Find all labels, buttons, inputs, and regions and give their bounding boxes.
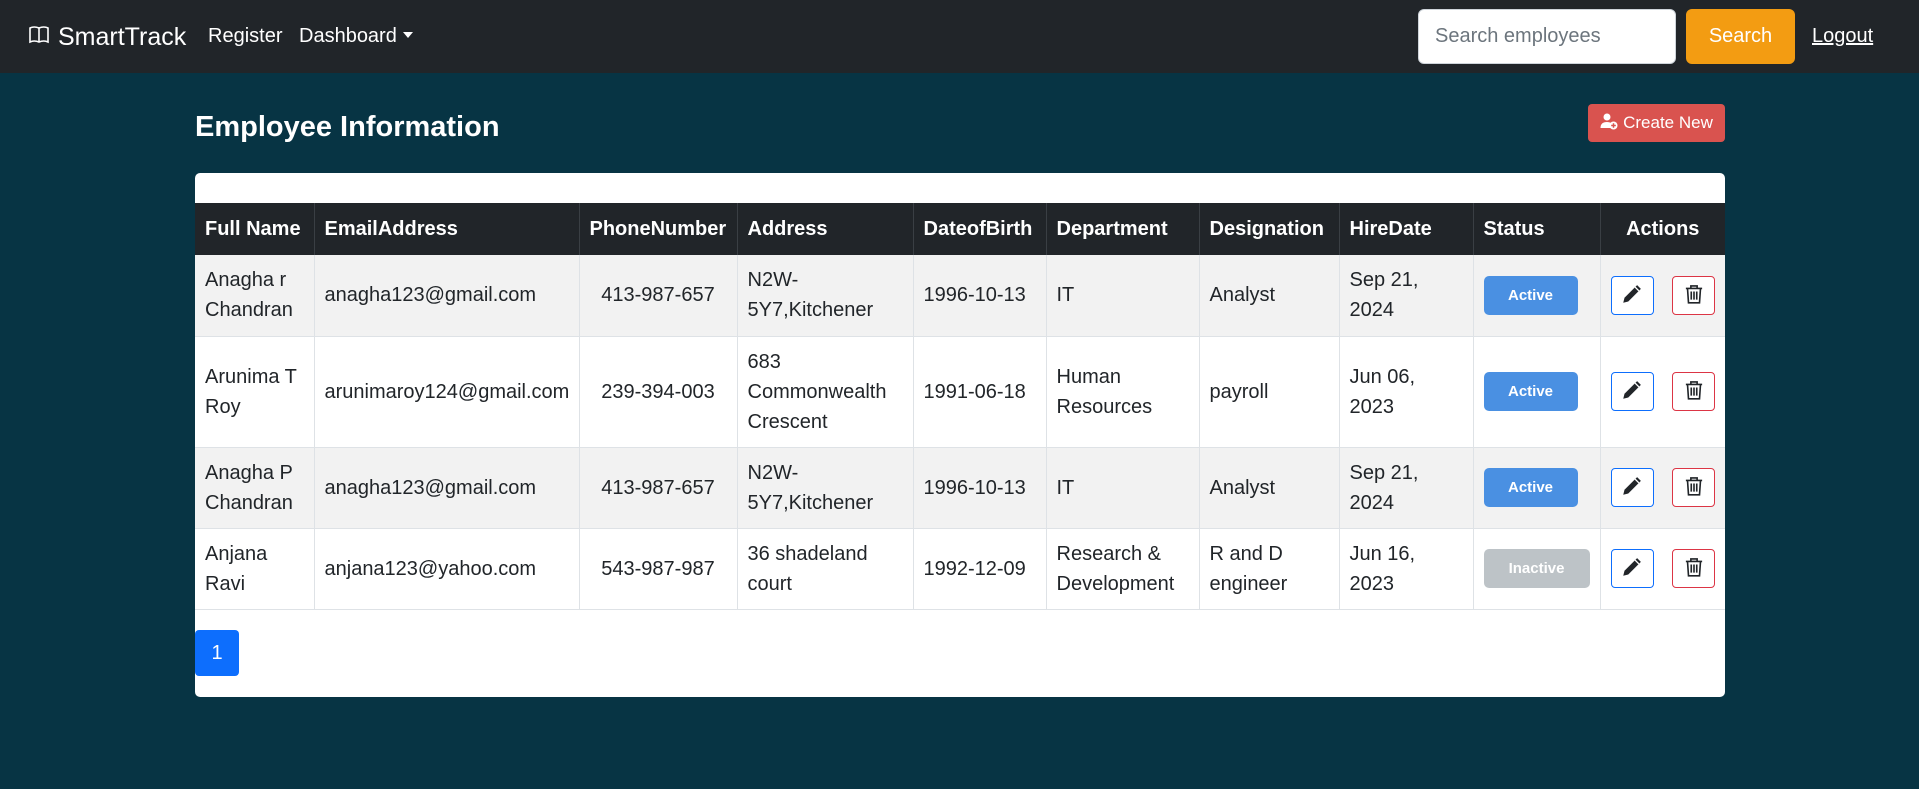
- cell-email: arunimaroy124@gmail.com: [314, 336, 580, 448]
- table-row: Arunima T Roy arunimaroy124@gmail.com 23…: [195, 336, 1725, 448]
- edit-button[interactable]: [1610, 549, 1654, 588]
- header-email: EmailAddress: [314, 203, 580, 255]
- cell-email: anjana123@yahoo.com: [314, 528, 580, 610]
- cell-dob: 1992-12-09: [913, 528, 1047, 610]
- cell-actions: [1600, 336, 1725, 448]
- cell-address: N2W-5Y7,Kitchener: [737, 255, 914, 337]
- pagination-page-button[interactable]: 1: [195, 630, 239, 676]
- trash-icon: [1684, 476, 1704, 499]
- nav-dashboard-dropdown[interactable]: Dashboard: [299, 25, 413, 48]
- cell-full-name: Arunima T Roy: [195, 336, 315, 448]
- cell-hire-date: Jun 06, 2023: [1339, 336, 1474, 448]
- pencil-icon: [1622, 557, 1642, 580]
- header-full-name: Full Name: [195, 203, 315, 255]
- cell-dob: 1996-10-13: [913, 255, 1047, 337]
- delete-button[interactable]: [1672, 549, 1715, 588]
- cell-phone: 239-394-003: [579, 336, 738, 448]
- cell-department: IT: [1046, 255, 1200, 337]
- create-new-button[interactable]: Create New: [1588, 104, 1725, 142]
- cell-address: 683 Commonwealth Crescent: [737, 336, 914, 448]
- cell-actions: [1600, 255, 1725, 337]
- header-designation: Designation: [1199, 203, 1340, 255]
- cell-address: 36 shadeland court: [737, 528, 914, 610]
- book-icon: [28, 23, 50, 52]
- employee-card: Full Name EmailAddress PhoneNumber Addre…: [195, 173, 1725, 697]
- table-row: Anagha r Chandran anagha123@gmail.com 41…: [195, 255, 1725, 337]
- cell-dob: 1991-06-18: [913, 336, 1047, 448]
- cell-department: Human Resources: [1046, 336, 1200, 448]
- cell-actions: [1600, 447, 1725, 529]
- edit-button[interactable]: [1610, 372, 1654, 411]
- cell-designation: Analyst: [1199, 447, 1340, 529]
- cell-status: Inactive: [1473, 528, 1601, 610]
- delete-button[interactable]: [1672, 275, 1715, 315]
- cell-full-name: Anjana Ravi: [195, 528, 315, 610]
- cell-address: N2W-5Y7,Kitchener: [737, 447, 914, 529]
- employee-table: Full Name EmailAddress PhoneNumber Addre…: [195, 203, 1725, 610]
- cell-hire-date: Sep 21, 2024: [1339, 255, 1474, 337]
- table-row: Anjana Ravi anjana123@yahoo.com 543-987-…: [195, 528, 1725, 610]
- status-badge: Active: [1483, 275, 1578, 315]
- cell-status: Active: [1473, 336, 1601, 448]
- cell-hire-date: Jun 16, 2023: [1339, 528, 1474, 610]
- nav-register-link[interactable]: Register: [208, 25, 282, 48]
- brand-link[interactable]: SmartTrack: [28, 22, 186, 52]
- page-title: Employee Information: [195, 111, 500, 143]
- pencil-icon: [1622, 476, 1642, 499]
- trash-icon: [1684, 380, 1704, 403]
- nav-dashboard-label: Dashboard: [299, 25, 397, 47]
- cell-phone: 543-987-987: [579, 528, 738, 610]
- cell-status: Active: [1473, 255, 1601, 337]
- cell-phone: 413-987-657: [579, 255, 738, 337]
- table-header-row: Full Name EmailAddress PhoneNumber Addre…: [195, 203, 1725, 255]
- header-address: Address: [737, 203, 914, 255]
- brand-name: SmartTrack: [58, 22, 187, 51]
- cell-email: anagha123@gmail.com: [314, 447, 580, 529]
- cell-department: Research & Development: [1046, 528, 1200, 610]
- pencil-icon: [1622, 284, 1642, 307]
- header-hire-date: HireDate: [1339, 203, 1474, 255]
- header-department: Department: [1046, 203, 1200, 255]
- cell-full-name: Anagha r Chandran: [195, 255, 315, 337]
- cell-status: Active: [1473, 447, 1601, 529]
- delete-button[interactable]: [1672, 372, 1715, 411]
- cell-full-name: Anagha P Chandran: [195, 447, 315, 529]
- edit-button[interactable]: [1610, 468, 1654, 507]
- create-new-label: Create New: [1623, 113, 1713, 132]
- logout-link[interactable]: Logout: [1812, 25, 1873, 48]
- caret-down-icon: [402, 32, 413, 38]
- cell-hire-date: Sep 21, 2024: [1339, 447, 1474, 529]
- header-dob: DateofBirth: [913, 203, 1047, 255]
- status-badge: Active: [1483, 372, 1578, 411]
- table-row: Anagha P Chandran anagha123@gmail.com 41…: [195, 447, 1725, 529]
- trash-icon: [1684, 557, 1704, 580]
- cell-email: anagha123@gmail.com: [314, 255, 580, 337]
- cell-dob: 1996-10-13: [913, 447, 1047, 529]
- delete-button[interactable]: [1672, 468, 1715, 507]
- header-actions: Actions: [1626, 217, 1700, 240]
- header-status: Status: [1473, 203, 1601, 255]
- cell-actions: [1600, 528, 1725, 610]
- cell-designation: R and D engineer: [1199, 528, 1340, 610]
- navbar: SmartTrack Register Dashboard Search Log…: [0, 0, 1919, 73]
- cell-designation: Analyst: [1199, 255, 1340, 337]
- person-plus-icon: [1600, 112, 1618, 135]
- header-phone: PhoneNumber: [579, 203, 738, 255]
- status-badge: Active: [1483, 468, 1578, 507]
- pencil-icon: [1622, 380, 1642, 403]
- edit-button[interactable]: [1610, 275, 1654, 315]
- search-input[interactable]: [1418, 9, 1676, 64]
- search-button[interactable]: Search: [1686, 9, 1795, 64]
- cell-phone: 413-987-657: [579, 447, 738, 529]
- cell-department: IT: [1046, 447, 1200, 529]
- cell-designation: payroll: [1199, 336, 1340, 448]
- trash-icon: [1684, 284, 1704, 307]
- status-badge: Inactive: [1483, 549, 1590, 588]
